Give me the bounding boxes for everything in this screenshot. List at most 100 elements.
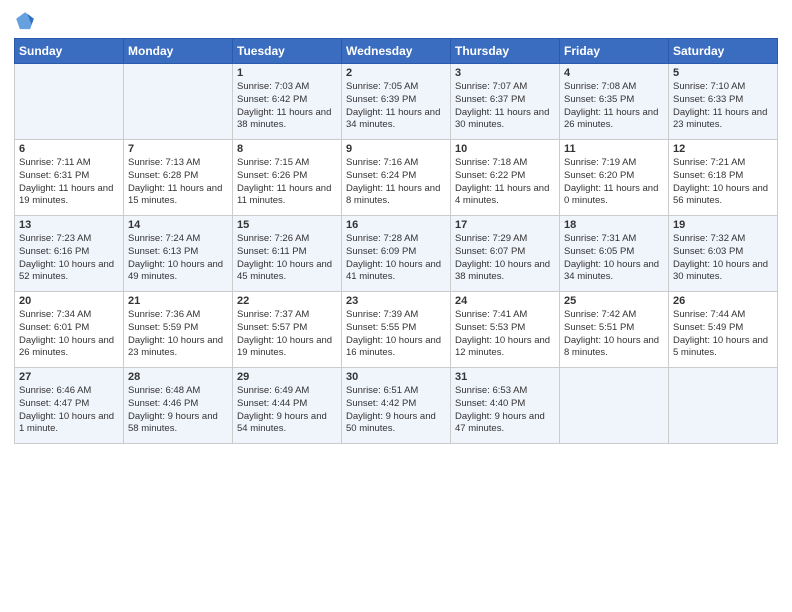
day-number: 23 [346, 295, 446, 307]
day-info-line: Sunrise: 7:08 AM [564, 81, 636, 92]
day-info: Sunrise: 7:26 AMSunset: 6:11 PMDaylight:… [237, 233, 337, 284]
day-info-line: Daylight: 9 hours and 50 minutes. [346, 411, 436, 435]
day-info: Sunrise: 7:05 AMSunset: 6:39 PMDaylight:… [346, 81, 446, 132]
day-number: 25 [564, 295, 664, 307]
day-info-line: Sunrise: 7:39 AM [346, 309, 418, 320]
day-info-line: Sunrise: 7:34 AM [19, 309, 91, 320]
day-info-line: Sunset: 4:44 PM [237, 398, 307, 409]
day-info-line: Daylight: 11 hours and 38 minutes. [237, 107, 331, 131]
calendar-cell [124, 64, 233, 140]
day-info-line: Sunrise: 7:13 AM [128, 157, 200, 168]
calendar-cell: 31Sunrise: 6:53 AMSunset: 4:40 PMDayligh… [451, 368, 560, 444]
calendar-cell: 14Sunrise: 7:24 AMSunset: 6:13 PMDayligh… [124, 216, 233, 292]
day-number: 28 [128, 371, 228, 383]
day-info-line: Sunrise: 6:48 AM [128, 385, 200, 396]
day-info-line: Sunrise: 6:46 AM [19, 385, 91, 396]
day-info-line: Daylight: 10 hours and 5 minutes. [673, 335, 768, 359]
day-info-line: Sunrise: 7:10 AM [673, 81, 745, 92]
day-info: Sunrise: 7:16 AMSunset: 6:24 PMDaylight:… [346, 157, 446, 208]
day-info-line: Sunset: 5:53 PM [455, 322, 525, 333]
day-info: Sunrise: 7:36 AMSunset: 5:59 PMDaylight:… [128, 309, 228, 360]
day-info-line: Sunrise: 7:42 AM [564, 309, 636, 320]
day-number: 11 [564, 143, 664, 155]
calendar-cell: 16Sunrise: 7:28 AMSunset: 6:09 PMDayligh… [342, 216, 451, 292]
day-info: Sunrise: 7:03 AMSunset: 6:42 PMDaylight:… [237, 81, 337, 132]
day-info-line: Sunset: 6:31 PM [19, 170, 89, 181]
day-number: 2 [346, 67, 446, 79]
day-info-line: Daylight: 11 hours and 11 minutes. [237, 183, 331, 207]
day-info: Sunrise: 7:37 AMSunset: 5:57 PMDaylight:… [237, 309, 337, 360]
day-info-line: Daylight: 11 hours and 26 minutes. [564, 107, 658, 131]
day-info-line: Daylight: 10 hours and 23 minutes. [128, 335, 223, 359]
calendar-cell: 27Sunrise: 6:46 AMSunset: 4:47 PMDayligh… [15, 368, 124, 444]
day-info-line: Sunrise: 7:29 AM [455, 233, 527, 244]
day-info-line: Sunrise: 7:15 AM [237, 157, 309, 168]
day-number: 17 [455, 219, 555, 231]
day-info-line: Sunrise: 7:23 AM [19, 233, 91, 244]
day-info-line: Daylight: 11 hours and 0 minutes. [564, 183, 658, 207]
calendar-cell: 1 Sunrise: 7:03 AMSunset: 6:42 PMDaylight… [233, 64, 342, 140]
day-info-line: Sunset: 6:16 PM [19, 246, 89, 257]
day-info: Sunrise: 7:07 AMSunset: 6:37 PMDaylight:… [455, 81, 555, 132]
day-info: Sunrise: 6:49 AMSunset: 4:44 PMDaylight:… [237, 385, 337, 436]
day-info-line: Sunrise: 7:32 AM [673, 233, 745, 244]
calendar-table: SundayMondayTuesdayWednesdayThursdayFrid… [14, 38, 778, 444]
day-number: 1 [237, 67, 337, 79]
day-info: Sunrise: 7:41 AMSunset: 5:53 PMDaylight:… [455, 309, 555, 360]
day-info: Sunrise: 7:15 AMSunset: 6:26 PMDaylight:… [237, 157, 337, 208]
day-info-line: Sunset: 5:55 PM [346, 322, 416, 333]
day-info-line: Daylight: 10 hours and 1 minute. [19, 411, 114, 435]
day-info: Sunrise: 7:31 AMSunset: 6:05 PMDaylight:… [564, 233, 664, 284]
calendar-cell: 15 Sunrise: 7:26 AMSunset: 6:11 PMDayligh… [233, 216, 342, 292]
day-info-line: Sunrise: 7:11 AM [19, 157, 91, 168]
day-info: Sunrise: 7:21 AMSunset: 6:18 PMDaylight:… [673, 157, 773, 208]
day-info-line: Sunrise: 7:21 AM [673, 157, 745, 168]
calendar-cell: 26Sunrise: 7:44 AMSunset: 5:49 PMDayligh… [669, 292, 778, 368]
day-info-line: Daylight: 11 hours and 8 minutes. [346, 183, 440, 207]
day-info-line: Sunrise: 7:19 AM [564, 157, 636, 168]
weekday-header-monday: Monday [124, 39, 233, 64]
day-number: 21 [128, 295, 228, 307]
day-info-line: Sunset: 6:07 PM [455, 246, 525, 257]
day-info: Sunrise: 6:48 AM Sunset: 4:46 PM Daylight:… [128, 385, 228, 436]
day-info-line: Sunset: 6:42 PM [237, 94, 307, 105]
day-number: 29 [237, 371, 337, 383]
day-info-line: Sunset: 6:13 PM [128, 246, 198, 257]
day-info-line: Sunset: 6:37 PM [455, 94, 525, 105]
day-info-line: Sunrise: 7:18 AM [455, 157, 527, 168]
day-info-line: Sunset: 5:57 PM [237, 322, 307, 333]
day-info-line: Daylight: 11 hours and 34 minutes. [346, 107, 440, 131]
logo [14, 10, 40, 32]
day-info: Sunrise: 6:46 AMSunset: 4:47 PMDaylight:… [19, 385, 119, 436]
day-info-line: Sunset: 6:03 PM [673, 246, 743, 257]
day-info-line: Sunrise: 7:24 AM [128, 233, 200, 244]
day-number: 31 [455, 371, 555, 383]
day-info-line: Sunset: 5:59 PM [128, 322, 198, 333]
day-number: 15 [237, 219, 337, 231]
calendar-cell: 7Sunrise: 7:13 AMSunset: 6:28 PMDaylight… [124, 140, 233, 216]
day-info-line: Sunset: 6:24 PM [346, 170, 416, 181]
day-info-line: Daylight: 9 hours and 58 minutes. [128, 411, 218, 435]
day-info-line: Daylight: 10 hours and 19 minutes. [237, 335, 332, 359]
day-info-line: Daylight: 10 hours and 8 minutes. [564, 335, 659, 359]
calendar-cell [669, 368, 778, 444]
calendar-cell: 10Sunrise: 7:18 AMSunset: 6:22 PMDayligh… [451, 140, 560, 216]
calendar-cell: 6Sunrise: 7:11 AMSunset: 6:31 PMDaylight… [15, 140, 124, 216]
day-number: 24 [455, 295, 555, 307]
day-info: Sunrise: 7:18 AMSunset: 6:22 PMDaylight:… [455, 157, 555, 208]
day-info-line: Sunset: 6:35 PM [564, 94, 634, 105]
day-info-line: Sunrise: 7:26 AM [237, 233, 309, 244]
day-info-line: Daylight: 10 hours and 16 minutes. [346, 335, 441, 359]
day-number: 9 [346, 143, 446, 155]
calendar-cell: 2 Sunrise: 7:05 AMSunset: 6:39 PMDaylight… [342, 64, 451, 140]
day-number: 8 [237, 143, 337, 155]
calendar-cell [560, 368, 669, 444]
day-info-line: Sunset: 6:01 PM [19, 322, 89, 333]
calendar-cell: 19Sunrise: 7:32 AMSunset: 6:03 PMDayligh… [669, 216, 778, 292]
weekday-header-tuesday: Tuesday [233, 39, 342, 64]
day-number: 5 [673, 67, 773, 79]
day-number: 3 [455, 67, 555, 79]
calendar-cell: 5Sunrise: 7:10 AMSunset: 6:33 PMDaylight… [669, 64, 778, 140]
day-info-line: Sunset: 5:51 PM [564, 322, 634, 333]
day-info-line: Sunset: 4:46 PM [128, 398, 198, 409]
